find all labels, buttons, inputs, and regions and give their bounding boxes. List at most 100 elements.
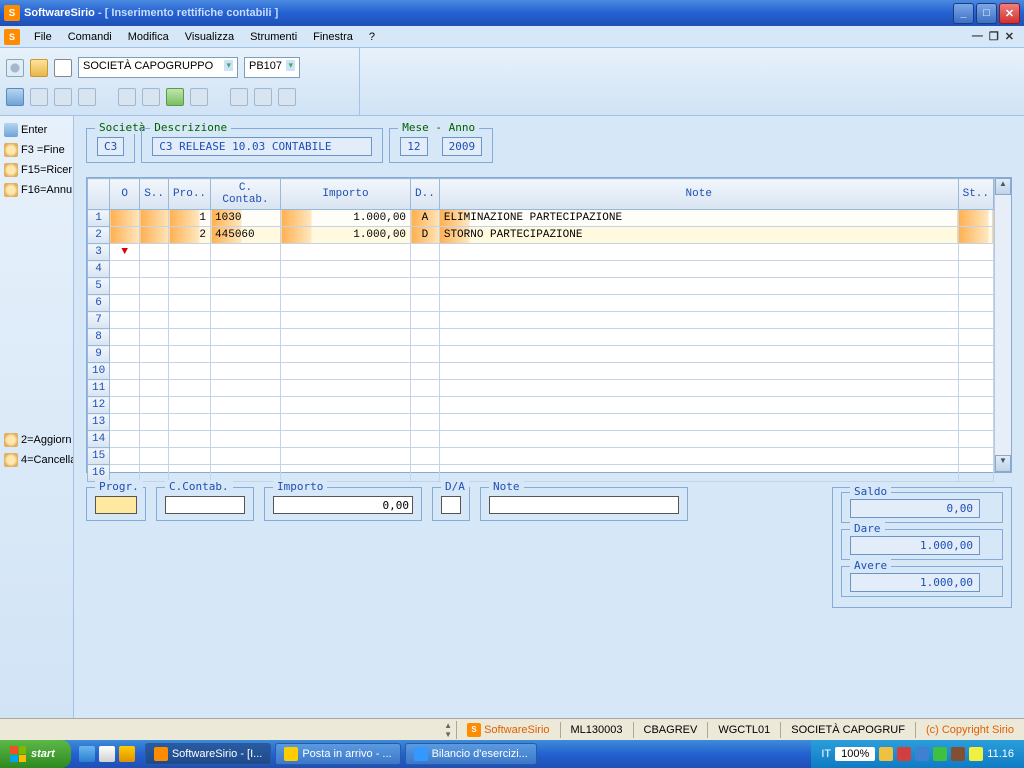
app-icon: S: [4, 5, 20, 21]
status-software: SSoftwareSirio: [456, 721, 559, 739]
sidebar-f3[interactable]: F3 =Fine: [0, 140, 73, 160]
taskbar-item-softwaresirio[interactable]: SoftwareSirio - [I...: [145, 743, 271, 765]
sidebar-f16[interactable]: F16=Annu: [0, 180, 73, 200]
scroll-down-button[interactable]: ▼: [995, 455, 1011, 472]
tray-icon-2[interactable]: [897, 747, 911, 761]
menu-strumenti[interactable]: Strumenti: [242, 29, 305, 45]
status-company: SOCIETÀ CAPOGRUF: [780, 722, 915, 738]
close-button[interactable]: ✕: [999, 3, 1020, 24]
maximize-button[interactable]: □: [976, 3, 997, 24]
toolbar-icon-11[interactable]: [278, 88, 296, 106]
label-avere: Avere: [850, 559, 891, 572]
toolbar-icon-8[interactable]: [190, 88, 208, 106]
taskbar-item-bilancio[interactable]: Bilancio d'esercizi...: [405, 743, 537, 765]
fieldset-da-in: D/A: [432, 487, 470, 521]
value-descrizione: C3 RELEASE 10.03 CONTABILE: [152, 137, 372, 156]
table-row-empty[interactable]: 15: [88, 448, 994, 465]
tray-icon-1[interactable]: [879, 747, 893, 761]
toolbar-icon-6[interactable]: [142, 88, 160, 106]
table-row-empty[interactable]: 12: [88, 397, 994, 414]
minimize-button[interactable]: _: [953, 3, 974, 24]
toolbar-icon-3[interactable]: [54, 88, 72, 106]
sidebar-enter[interactable]: Enter: [0, 120, 73, 140]
company-dropdown[interactable]: SOCIETÀ CAPOGRUPPO: [78, 57, 238, 78]
tray-lang[interactable]: IT: [821, 748, 831, 760]
label-descrizione: Descrizione: [150, 121, 231, 134]
col-pro[interactable]: Pro..: [169, 179, 211, 210]
folder-icon[interactable]: [30, 59, 48, 77]
table-row[interactable]: 1110301.000,00AELIMINAZIONE PARTECIPAZIO…: [88, 210, 994, 227]
menu-help[interactable]: ?: [361, 29, 383, 45]
toolbar-icon-4[interactable]: [78, 88, 96, 106]
desktop-icon[interactable]: [99, 746, 115, 762]
toolbar-icon-2[interactable]: [30, 88, 48, 106]
mdi-restore[interactable]: ❐: [989, 30, 999, 43]
menu-finestra[interactable]: Finestra: [305, 29, 361, 45]
col-da[interactable]: D..: [411, 179, 440, 210]
tray-zoom[interactable]: 100%: [835, 747, 875, 761]
toolbar-icon-10[interactable]: [254, 88, 272, 106]
toolbar-icon-5[interactable]: [118, 88, 136, 106]
mdi-close[interactable]: ✕: [1005, 30, 1014, 43]
menu-comandi[interactable]: Comandi: [60, 29, 120, 45]
col-o[interactable]: O: [110, 179, 140, 210]
table-row-empty[interactable]: 5: [88, 278, 994, 295]
outlook-icon[interactable]: [119, 746, 135, 762]
input-importo[interactable]: [273, 496, 413, 514]
data-grid[interactable]: O S.. Pro.. C. Contab. Importo D.. Note …: [86, 177, 1012, 473]
col-note[interactable]: Note: [439, 179, 958, 210]
ie-icon[interactable]: [79, 746, 95, 762]
tray-icon-6[interactable]: [969, 747, 983, 761]
taskbar-item-posta[interactable]: Posta in arrivo - ...: [275, 743, 400, 765]
hand-icon: [4, 143, 18, 157]
fieldset-ccontab-in: C.Contab.: [156, 487, 254, 521]
col-st[interactable]: St..: [958, 179, 993, 210]
table-row-empty[interactable]: 14: [88, 431, 994, 448]
scroll-up-button[interactable]: ▲: [995, 178, 1011, 195]
table-row-empty[interactable]: 3▼: [88, 244, 994, 261]
tray-icon-4[interactable]: [933, 747, 947, 761]
windows-logo-icon: [10, 746, 26, 762]
table-row-empty[interactable]: 4: [88, 261, 994, 278]
main-panel: Società C3 Descrizione C3 RELEASE 10.03 …: [74, 116, 1024, 740]
fieldset-progr: Progr.: [86, 487, 146, 521]
start-button[interactable]: start: [0, 740, 71, 768]
menu-visualizza[interactable]: Visualizza: [177, 29, 242, 45]
sidebar-4-cancella[interactable]: 4=Cancella: [0, 450, 73, 470]
hand-icon: [4, 433, 18, 447]
col-s[interactable]: S..: [140, 179, 169, 210]
input-ccontab[interactable]: [165, 496, 245, 514]
menu-file[interactable]: File: [26, 29, 60, 45]
table-row-empty[interactable]: 11: [88, 380, 994, 397]
table-row-empty[interactable]: 8: [88, 329, 994, 346]
toolbar-icon-9[interactable]: [230, 88, 248, 106]
fieldset-avere: Avere 1.000,00: [841, 566, 1003, 597]
table-row-empty[interactable]: 9: [88, 346, 994, 363]
balance-panel: Saldo 0,00 Dare 1.000,00 Avere 1.000,00: [832, 487, 1012, 608]
table-row-empty[interactable]: 16: [88, 465, 994, 482]
table-row-empty[interactable]: 6: [88, 295, 994, 312]
toolbar-icon-1[interactable]: [6, 88, 24, 106]
tray-icon-5[interactable]: [951, 747, 965, 761]
input-progr[interactable]: [95, 496, 137, 514]
col-ccontab[interactable]: C. Contab.: [211, 179, 281, 210]
tray-clock[interactable]: 11.16: [987, 748, 1014, 760]
table-row[interactable]: 224450601.000,00DSTORNO PARTECIPAZIONE: [88, 227, 994, 244]
document-icon[interactable]: [54, 59, 72, 77]
table-row-empty[interactable]: 10: [88, 363, 994, 380]
sidebar-2-aggiorn[interactable]: 2=Aggiorn: [0, 430, 73, 450]
mdi-minimize[interactable]: —: [972, 30, 983, 43]
grid-scrollbar[interactable]: ▲ ▼: [994, 178, 1011, 472]
tray-icon-3[interactable]: [915, 747, 929, 761]
input-da[interactable]: [441, 496, 461, 514]
menu-modifica[interactable]: Modifica: [120, 29, 177, 45]
toolbar-icon-7[interactable]: [166, 88, 184, 106]
table-row-empty[interactable]: 7: [88, 312, 994, 329]
input-note[interactable]: [489, 496, 679, 514]
gear-icon[interactable]: [6, 59, 24, 77]
code-dropdown[interactable]: PB107: [244, 57, 300, 78]
col-importo[interactable]: Importo: [281, 179, 411, 210]
sidebar-f15[interactable]: F15=Ricer: [0, 160, 73, 180]
table-row-empty[interactable]: 13: [88, 414, 994, 431]
fieldset-note-in: Note: [480, 487, 688, 521]
